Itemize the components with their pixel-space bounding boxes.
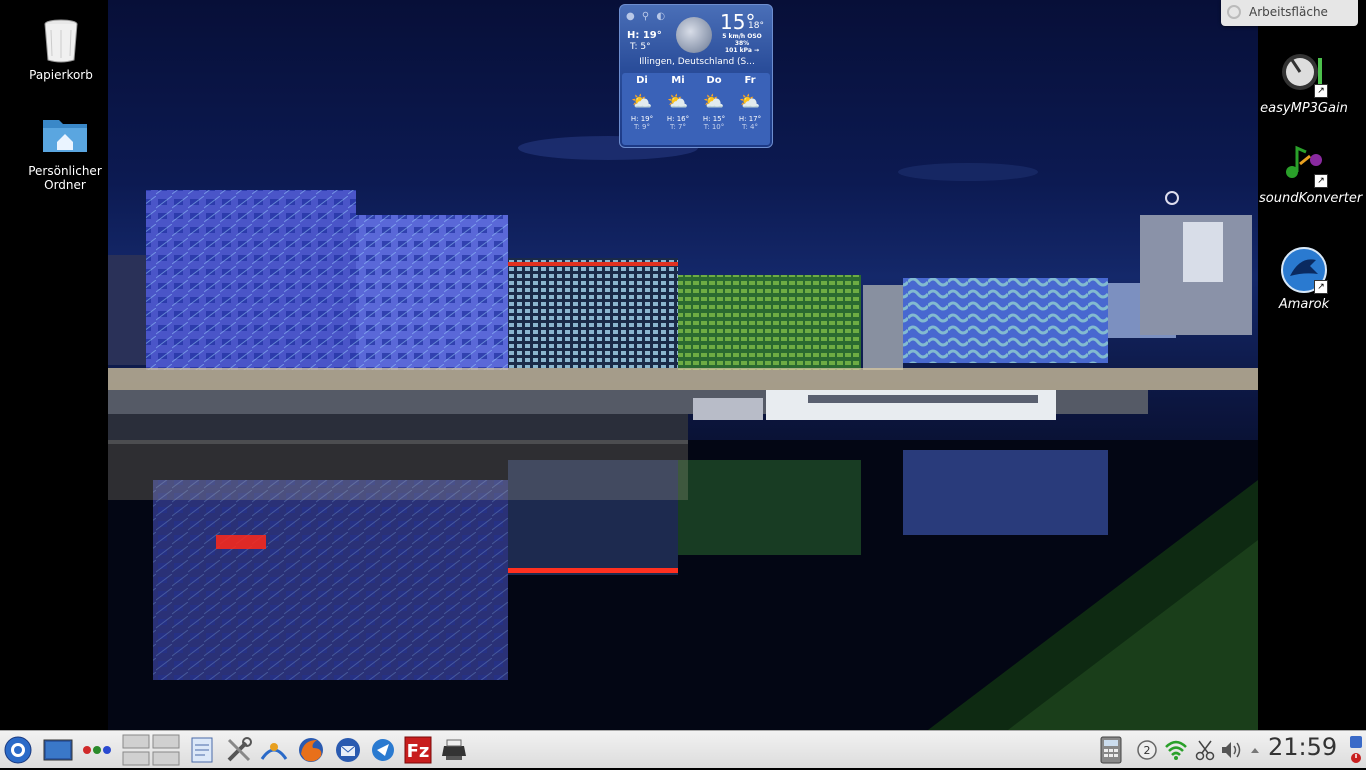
volume-icon — [1222, 742, 1241, 758]
weather-widget[interactable]: ● ⚲ ◐ H: 19° T: 5° 15° 18° 5 km/h OSO 38… — [619, 4, 773, 148]
notes-launcher[interactable] — [190, 735, 214, 765]
partly-cloudy-icon: ⛅ — [703, 92, 725, 112]
desktop-icon-label: Papierkorb — [29, 68, 93, 82]
weather-details: 5 km/h OSO 38% 101 kPa → — [718, 33, 766, 54]
desktop-icon-home[interactable]: Persönlicher Ordner — [20, 112, 110, 192]
pager-icon — [122, 734, 180, 766]
amarok-icon: ↗ — [1280, 246, 1328, 294]
thunderbird-launcher[interactable] — [332, 735, 364, 765]
firefox-launcher[interactable] — [295, 735, 327, 765]
weather-location: Illingen, Deutschland (S... — [639, 57, 755, 67]
filezilla-icon: Fz — [404, 736, 432, 764]
desktop-toolbox-label: Arbeitsfläche — [1249, 5, 1328, 19]
filezilla-launcher[interactable]: Fz — [403, 735, 433, 765]
printer-launcher[interactable] — [439, 735, 469, 765]
svg-text:2: 2 — [1144, 744, 1151, 757]
klipper-tray[interactable]: 2 — [1135, 735, 1159, 765]
forecast-day-name: Do — [706, 75, 722, 86]
weather-forecast: Di ⛅ H: 19° T: 9° Mi ⛅ H: 16° T: 7° Do ⛅… — [622, 73, 770, 145]
scissors-icon — [1195, 740, 1215, 761]
klipper-icon: 2 — [1137, 740, 1157, 760]
forecast-day: Mi ⛅ H: 16° T: 7° — [660, 73, 696, 131]
svg-text:Fz: Fz — [407, 741, 430, 762]
forecast-high: H: 19° — [630, 115, 654, 123]
forecast-day-name: Fr — [744, 75, 756, 86]
home-folder-icon — [41, 112, 89, 160]
partly-cloudy-rain-icon: ⛅ — [667, 92, 689, 112]
notes-icon — [191, 737, 213, 763]
desktop-toolbox-button[interactable]: Arbeitsfläche — [1221, 0, 1358, 26]
printer-icon — [442, 739, 466, 760]
desktop: Papierkorb Persönlicher Ordner ↗ easyMP3… — [0, 0, 1366, 730]
link-overlay-icon: ↗ — [1314, 84, 1328, 98]
link-overlay-icon: ↗ — [1314, 174, 1328, 188]
desktop-icon-label: Persönlicher Ordner — [28, 164, 102, 192]
forecast-high: H: 16° — [666, 115, 690, 123]
partly-cloudy-rain-icon: ⛅ — [739, 92, 761, 112]
weather-today-high: H: 19° — [627, 30, 662, 41]
soundkonverter-icon: ↗ — [1280, 140, 1328, 188]
desktop-icon-label: soundKonverter — [1259, 191, 1363, 206]
forecast-day: Di ⛅ H: 19° T: 9° — [624, 73, 660, 131]
pager[interactable] — [121, 734, 181, 766]
desktop-icon-label: easyMP3Gain — [1260, 101, 1348, 116]
moon-icon — [676, 17, 712, 53]
screenshot-tray[interactable] — [1193, 735, 1217, 765]
trash-icon — [37, 16, 85, 64]
forecast-high: H: 15° — [702, 115, 726, 123]
desktop-icon-easymp3gain[interactable]: ↗ easyMP3Gain — [1259, 50, 1349, 116]
system-settings-icon — [227, 737, 252, 762]
volume-tray[interactable] — [1219, 735, 1243, 765]
calculator-tray[interactable] — [1098, 735, 1124, 765]
network-launcher[interactable] — [259, 735, 289, 765]
wifi-icon — [1165, 740, 1187, 760]
forecast-high: H: 17° — [738, 115, 762, 123]
forecast-day: Do ⛅ H: 15° T: 10° — [696, 73, 732, 131]
system-settings-launcher[interactable] — [225, 735, 253, 765]
weather-humidity: 38% — [734, 40, 750, 47]
desktop-icon-trash[interactable]: Papierkorb — [16, 16, 106, 82]
weather-feels-temp: 18° — [748, 21, 764, 31]
calculator-icon — [1100, 736, 1122, 764]
tray-expand-button[interactable] — [1248, 735, 1262, 765]
krusader-launcher[interactable] — [368, 735, 398, 765]
forecast-low: T: 4° — [741, 123, 759, 131]
link-overlay-icon: ↗ — [1314, 280, 1328, 294]
taskbar-panel: Fz 2 21:59 — [0, 730, 1366, 768]
cashew-icon — [1227, 5, 1241, 19]
partly-cloudy-rain-icon: ⛅ — [631, 92, 653, 112]
desktop-icon-soundkonverter[interactable]: ↗ soundKonverter — [1259, 140, 1363, 206]
weather-pressure: 101 kPa → — [724, 47, 759, 54]
activities-button[interactable] — [80, 735, 114, 765]
show-desktop-icon — [43, 739, 73, 761]
forecast-day: Fr ⛅ H: 17° T: 4° — [732, 73, 768, 131]
network-icon — [260, 743, 288, 760]
forecast-day-name: Mi — [671, 75, 685, 86]
kde-menu-icon — [4, 736, 32, 764]
show-desktop-button[interactable] — [42, 735, 74, 765]
weather-toolbar-icons[interactable]: ● ⚲ ◐ — [626, 11, 667, 22]
panel-toolbox-icon — [1350, 736, 1362, 763]
panel-toolbox[interactable] — [1349, 734, 1363, 766]
krusader-icon — [372, 739, 394, 761]
forecast-day-name: Di — [636, 75, 648, 86]
thunderbird-icon — [336, 738, 360, 762]
desktop-icon-amarok[interactable]: ↗ Amarok — [1259, 246, 1349, 312]
weather-wind: 5 km/h OSO — [722, 33, 762, 40]
forecast-low: T: 7° — [669, 123, 687, 131]
firefox-icon — [299, 738, 323, 762]
wifi-tray[interactable] — [1163, 735, 1189, 765]
activities-icon — [83, 746, 111, 754]
forecast-low: T: 9° — [633, 123, 651, 131]
forecast-low: T: 10° — [703, 123, 725, 131]
tray-expand-icon — [1251, 748, 1259, 753]
weather-today-low: T: 5° — [630, 42, 651, 52]
desktop-icon-label: Amarok — [1278, 297, 1330, 312]
kde-menu-button[interactable] — [3, 735, 33, 765]
digital-clock[interactable]: 21:59 — [1268, 733, 1337, 761]
easymp3gain-icon: ↗ — [1280, 50, 1328, 98]
